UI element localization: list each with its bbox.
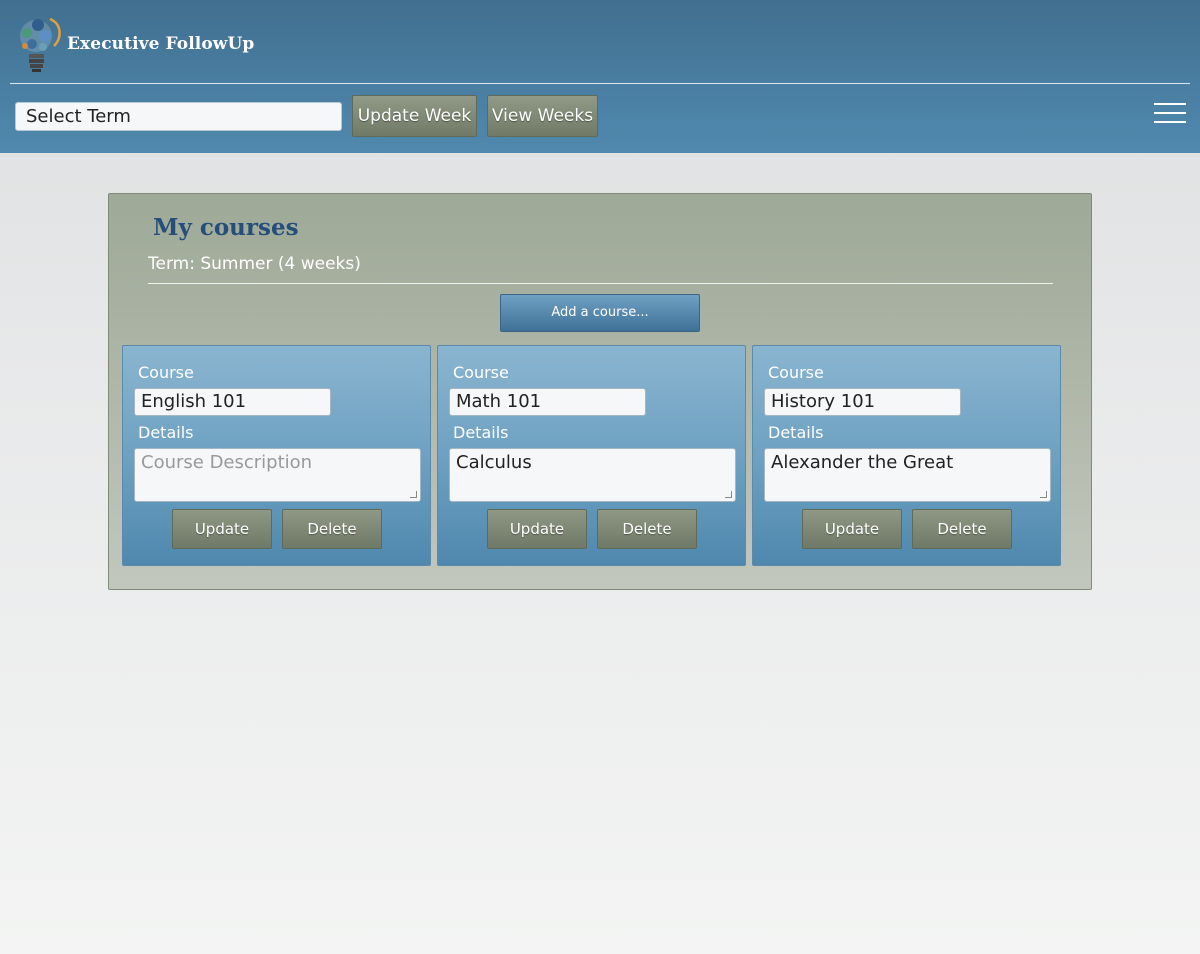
delete-course-button[interactable]: Delete [282,509,382,549]
course-label: Course [768,363,824,382]
course-card: Course History 101 Details Alexander the… [752,345,1061,566]
top-header: Executive FollowUp Select Term Update We… [0,0,1200,153]
update-week-button[interactable]: Update Week [352,95,477,137]
panel-divider [148,283,1053,284]
course-card: Course Math 101 Details Calculus Update … [437,345,746,566]
header-divider [10,83,1190,84]
details-label: Details [453,423,509,442]
course-details-input[interactable]: Alexander the Great [764,448,1051,502]
details-label: Details [768,423,824,442]
course-label: Course [453,363,509,382]
course-details-input[interactable]: Calculus [449,448,736,502]
hamburger-menu-icon[interactable] [1154,103,1186,125]
course-name-input[interactable]: History 101 [764,388,961,416]
page-title: My courses [153,214,299,241]
term-select[interactable]: Select Term [15,102,342,131]
delete-course-button[interactable]: Delete [912,509,1012,549]
course-name-input[interactable]: Math 101 [449,388,646,416]
view-weeks-button[interactable]: View Weeks [487,95,598,137]
details-label: Details [138,423,194,442]
course-label: Course [138,363,194,382]
add-course-button[interactable]: Add a course... [500,294,700,332]
course-card: Course English 101 Details Course Descri… [122,345,431,566]
brand-name: Executive FollowUp [67,34,255,54]
update-course-button[interactable]: Update [172,509,272,549]
update-course-button[interactable]: Update [487,509,587,549]
update-course-button[interactable]: Update [802,509,902,549]
course-name-input[interactable]: English 101 [134,388,331,416]
term-info: Term: Summer (4 weeks) [148,254,361,274]
courses-panel: My courses Term: Summer (4 weeks) Add a … [108,193,1092,590]
course-details-input[interactable]: Course Description [134,448,421,502]
delete-course-button[interactable]: Delete [597,509,697,549]
brand[interactable]: Executive FollowUp [18,16,254,74]
lightbulb-gears-logo-icon [20,17,61,72]
